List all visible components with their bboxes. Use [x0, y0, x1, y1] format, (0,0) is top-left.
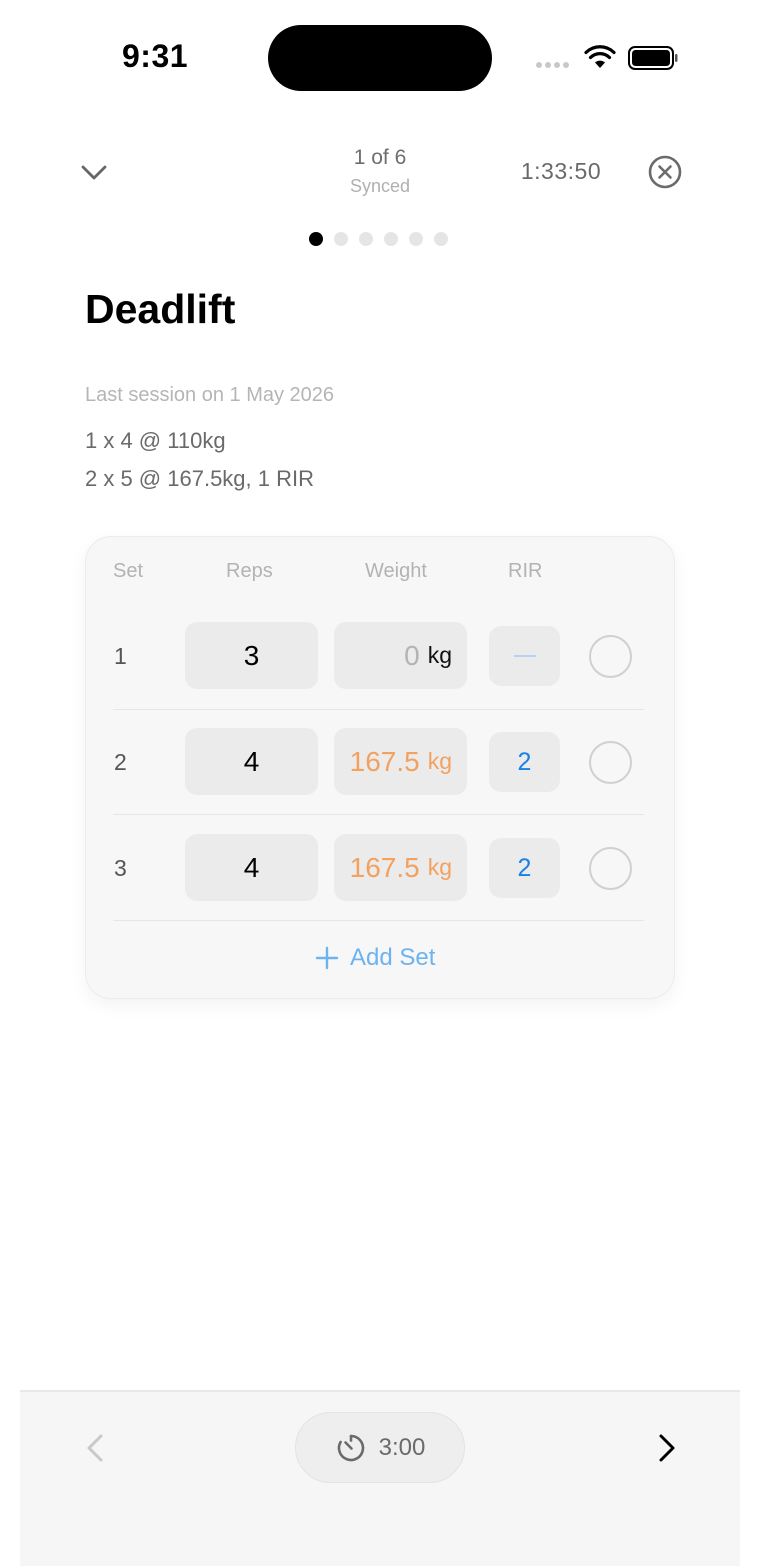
- row-divider: [113, 920, 644, 921]
- weight-unit: kg: [427, 748, 452, 774]
- dynamic-island: [268, 25, 492, 91]
- set-complete-checkbox[interactable]: [589, 635, 632, 678]
- progress-label: 1 of 6: [353, 146, 407, 169]
- page-dot[interactable]: [334, 232, 348, 246]
- rir-input[interactable]: 2: [489, 838, 560, 898]
- add-set-button[interactable]: Add Set: [314, 944, 435, 972]
- weight-input[interactable]: 167.5 kg: [334, 834, 467, 901]
- weight-input[interactable]: 0 kg: [334, 622, 467, 689]
- weight-unit: kg: [427, 854, 452, 880]
- weight-value: 167.5: [349, 745, 420, 777]
- exercise-title: Deadlift: [85, 286, 236, 332]
- page-dot[interactable]: [409, 232, 423, 246]
- battery-icon: [628, 46, 678, 70]
- wifi-icon: [584, 45, 616, 68]
- page-dot[interactable]: [309, 232, 323, 246]
- weight-unit: kg: [427, 642, 452, 668]
- last-session-label: Last session on 1 May 2026: [85, 384, 335, 406]
- set-number: 2: [114, 749, 127, 775]
- row-divider: [113, 709, 644, 710]
- page-dot[interactable]: [384, 232, 398, 246]
- set-complete-checkbox[interactable]: [589, 847, 632, 890]
- rir-input[interactable]: [489, 626, 560, 686]
- reps-input[interactable]: 4: [185, 728, 318, 795]
- add-set-label: Add Set: [350, 944, 436, 971]
- timer-icon: [337, 1434, 364, 1461]
- workout-elapsed-time: 1:33:50: [520, 158, 602, 184]
- rest-timer-label: 3:00: [378, 1433, 426, 1461]
- set-complete-checkbox[interactable]: [589, 741, 632, 784]
- chevron-down-icon[interactable]: [78, 156, 110, 188]
- previous-set-summary: 2 x 5 @ 167.5kg, 1 RIR: [85, 466, 315, 491]
- chevron-right-icon[interactable]: [652, 1432, 682, 1464]
- row-divider: [113, 814, 644, 815]
- status-time: 9:31: [122, 38, 189, 74]
- sync-status: Synced: [349, 176, 411, 196]
- weight-value: 0: [404, 639, 420, 671]
- page-dot[interactable]: [359, 232, 373, 246]
- rir-empty-dash: [513, 655, 536, 657]
- column-header-set: Set: [113, 560, 144, 582]
- weight-value: 167.5: [349, 851, 420, 883]
- plus-icon: [315, 946, 339, 970]
- page-indicator: [309, 232, 448, 246]
- set-number: 3: [114, 855, 127, 881]
- rest-timer-button[interactable]: 3:00: [295, 1412, 465, 1483]
- rir-input[interactable]: 2: [489, 732, 560, 792]
- cellular-signal-icon: [536, 62, 569, 68]
- exercise-progress: 1 of 6 Synced: [300, 146, 460, 197]
- page-dot[interactable]: [434, 232, 448, 246]
- close-icon[interactable]: [647, 154, 683, 190]
- previous-set-summary: 1 x 4 @ 110kg: [85, 428, 226, 453]
- reps-input[interactable]: 4: [185, 834, 318, 901]
- chevron-left-icon[interactable]: [80, 1432, 110, 1464]
- column-header-reps: Reps: [226, 560, 273, 582]
- column-header-weight: Weight: [365, 560, 427, 582]
- column-header-rir: RIR: [508, 560, 543, 582]
- reps-input[interactable]: 3: [185, 622, 318, 689]
- set-number: 1: [114, 643, 127, 669]
- weight-input[interactable]: 167.5 kg: [334, 728, 467, 795]
